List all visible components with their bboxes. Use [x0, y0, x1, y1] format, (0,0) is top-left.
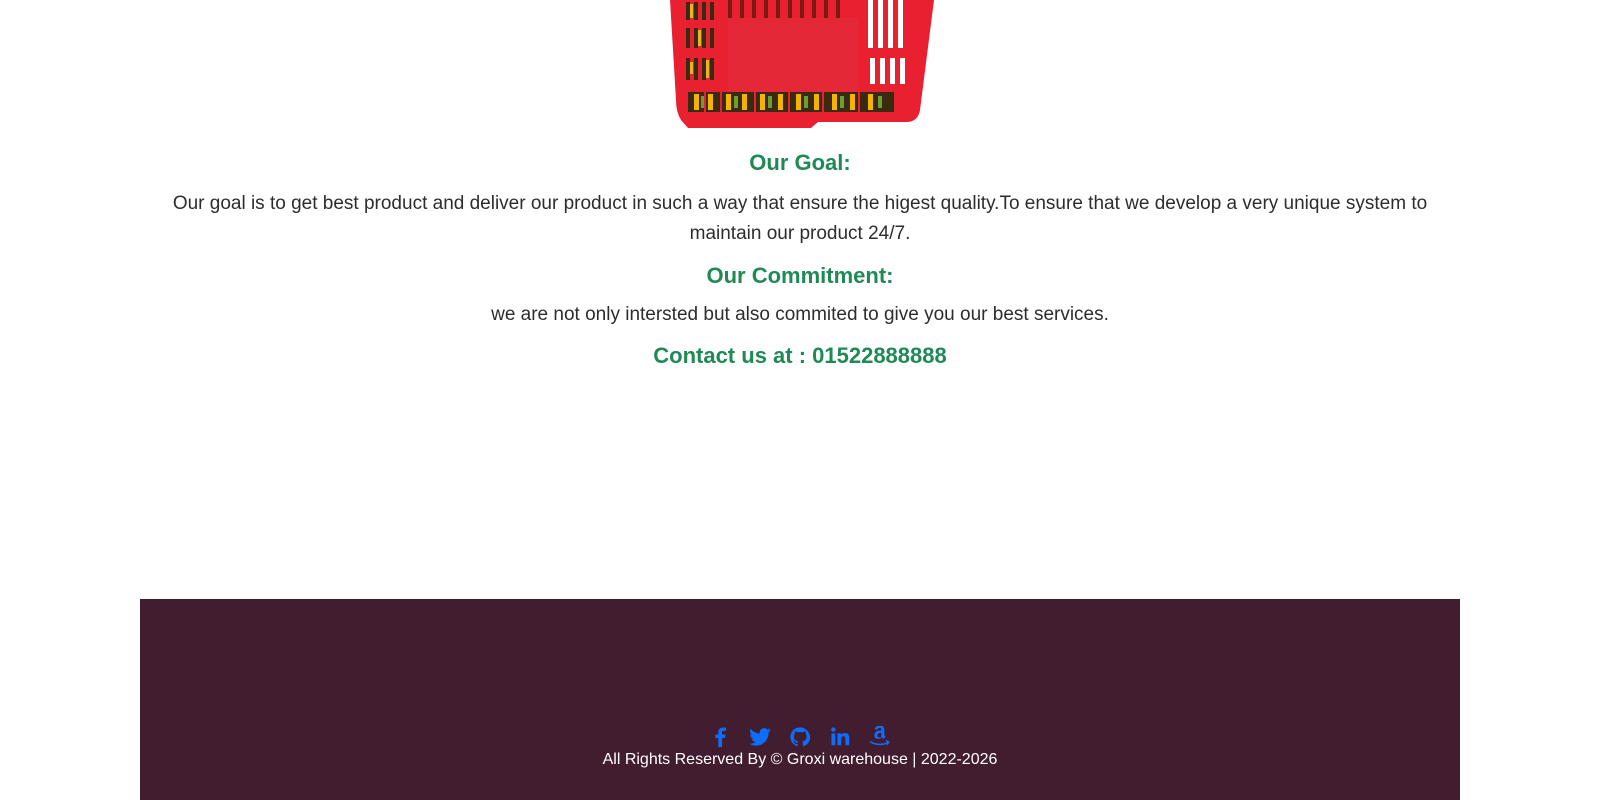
commitment-heading: Our Commitment: — [706, 263, 894, 288]
about-page: Our Goal: Our goal is to get best produc… — [0, 0, 1600, 800]
facebook-icon[interactable] — [709, 725, 732, 748]
twitter-icon[interactable] — [749, 725, 772, 748]
commitment-text: we are not only intersted but also commi… — [491, 304, 1109, 325]
linkedin-icon[interactable] — [829, 725, 852, 748]
footer: All Rights Reserved By © Groxi warehouse… — [140, 599, 1460, 800]
goal-heading: Our Goal: — [749, 150, 851, 175]
amazon-icon[interactable] — [869, 725, 892, 748]
copyright-text: All Rights Reserved By © Groxi warehouse… — [602, 751, 998, 768]
shopping-basket-image — [668, 0, 936, 130]
goal-text: Our goal is to get best product and deli… — [172, 193, 1428, 244]
social-links — [140, 725, 1460, 748]
contact-heading: Contact us at : 01522888888 — [653, 343, 947, 368]
github-icon[interactable] — [789, 725, 812, 748]
